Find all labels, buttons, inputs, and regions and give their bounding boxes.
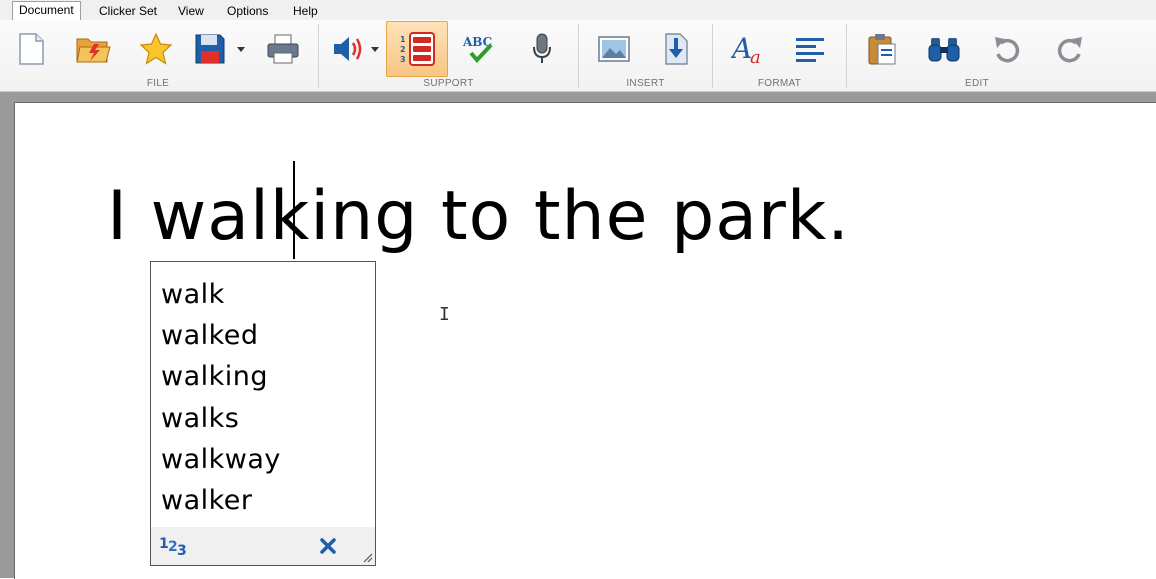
mouse-ibeam-cursor: I — [439, 304, 450, 325]
support-group-label: SUPPORT — [423, 78, 474, 89]
close-prediction-button[interactable] — [319, 533, 337, 559]
word-prediction-icon: 1 2 3 — [400, 32, 435, 66]
redo-icon — [1057, 37, 1082, 63]
svg-text:2: 2 — [400, 45, 406, 54]
menu-clicker-set[interactable]: Clicker Set — [99, 3, 157, 19]
svg-text:3: 3 — [177, 543, 187, 558]
svg-text:1: 1 — [400, 35, 406, 44]
align-left-icon — [796, 38, 824, 62]
redo-button[interactable] — [1043, 22, 1097, 76]
favourites-star-icon — [139, 32, 173, 65]
undo-button[interactable] — [980, 22, 1034, 76]
file-group-label: FILE — [146, 78, 170, 89]
speech-speaker-icon — [334, 37, 362, 61]
prediction-list: walk walked walking walks walkway walker — [161, 274, 281, 521]
insert-file-button[interactable] — [649, 22, 703, 76]
print-button[interactable] — [256, 22, 310, 76]
save-disk-icon — [195, 34, 225, 64]
text-caret — [293, 161, 295, 259]
edit-group-label: EDIT — [965, 78, 989, 89]
insert-file-icon — [665, 33, 688, 65]
undo-icon — [995, 37, 1020, 63]
format-group: A a FORMAT — [713, 20, 846, 91]
menu-document[interactable]: Document — [12, 1, 81, 20]
find-button[interactable] — [917, 22, 971, 76]
speech-button[interactable] — [321, 22, 375, 76]
prediction-word[interactable]: walker — [161, 480, 281, 521]
open-folder-icon — [76, 38, 111, 63]
font-style-button[interactable]: A a — [721, 22, 775, 76]
prediction-word[interactable]: walkway — [161, 439, 281, 480]
document-frame: I walking to the park. I walk walked wal… — [0, 92, 1156, 579]
resize-grip-icon[interactable] — [361, 551, 373, 563]
prediction-word[interactable]: walked — [161, 315, 281, 356]
menu-options[interactable]: Options — [227, 3, 268, 19]
spell-check-icon: ABC — [462, 35, 493, 63]
open-button[interactable] — [66, 22, 120, 76]
prediction-footer: 1 2 3 — [151, 527, 375, 565]
save-dropdown-chevron-down-icon[interactable] — [236, 44, 246, 54]
insert-picture-icon — [598, 36, 630, 62]
menu-bar: Document Clicker Set View Options Help — [0, 0, 1156, 21]
ribbon-toolbar: FILE 1 2 3 ABC SUPPORT INSERT A a FORMAT… — [0, 20, 1156, 92]
insert-group-label: INSERT — [626, 78, 665, 89]
number-shortcuts-button[interactable]: 1 2 3 — [159, 533, 191, 559]
word-prediction-panel: walk walked walking walks walkway walker… — [150, 261, 376, 566]
support-group: 1 2 3 ABC SUPPORT — [319, 20, 578, 91]
paste-clipboard-icon — [868, 34, 896, 65]
document-text[interactable]: I walking to the park. — [107, 177, 850, 256]
edit-group: EDIT — [847, 20, 1107, 91]
prediction-word[interactable]: walk — [161, 274, 281, 315]
spell-check-button[interactable]: ABC — [452, 22, 506, 76]
microphone-icon — [533, 33, 551, 63]
font-style-icon: A a — [731, 33, 761, 65]
file-group: FILE — [0, 20, 316, 91]
format-group-label: FORMAT — [757, 78, 802, 89]
prediction-word[interactable]: walking — [161, 356, 281, 397]
favourites-button[interactable] — [129, 22, 183, 76]
svg-text:3: 3 — [400, 55, 406, 64]
document-page[interactable]: I walking to the park. I walk walked wal… — [14, 102, 1156, 579]
speech-dropdown-chevron-down-icon[interactable] — [370, 44, 380, 54]
insert-group: INSERT — [579, 20, 712, 91]
new-document-button[interactable] — [4, 22, 58, 76]
svg-text:a: a — [750, 47, 761, 65]
save-button[interactable] — [183, 22, 237, 76]
new-document-icon — [19, 33, 44, 65]
microphone-button[interactable] — [515, 22, 569, 76]
close-icon — [320, 538, 336, 554]
menu-view[interactable]: View — [178, 3, 204, 19]
numbered-list-icon: 1 2 3 — [159, 536, 187, 558]
menu-help[interactable]: Help — [293, 3, 318, 19]
align-left-button[interactable] — [783, 22, 837, 76]
prediction-word[interactable]: walks — [161, 398, 281, 439]
print-icon — [267, 34, 299, 64]
insert-picture-button[interactable] — [587, 22, 641, 76]
word-prediction-button[interactable]: 1 2 3 — [386, 21, 448, 77]
paste-button[interactable] — [855, 22, 909, 76]
find-binoculars-icon — [928, 38, 960, 62]
